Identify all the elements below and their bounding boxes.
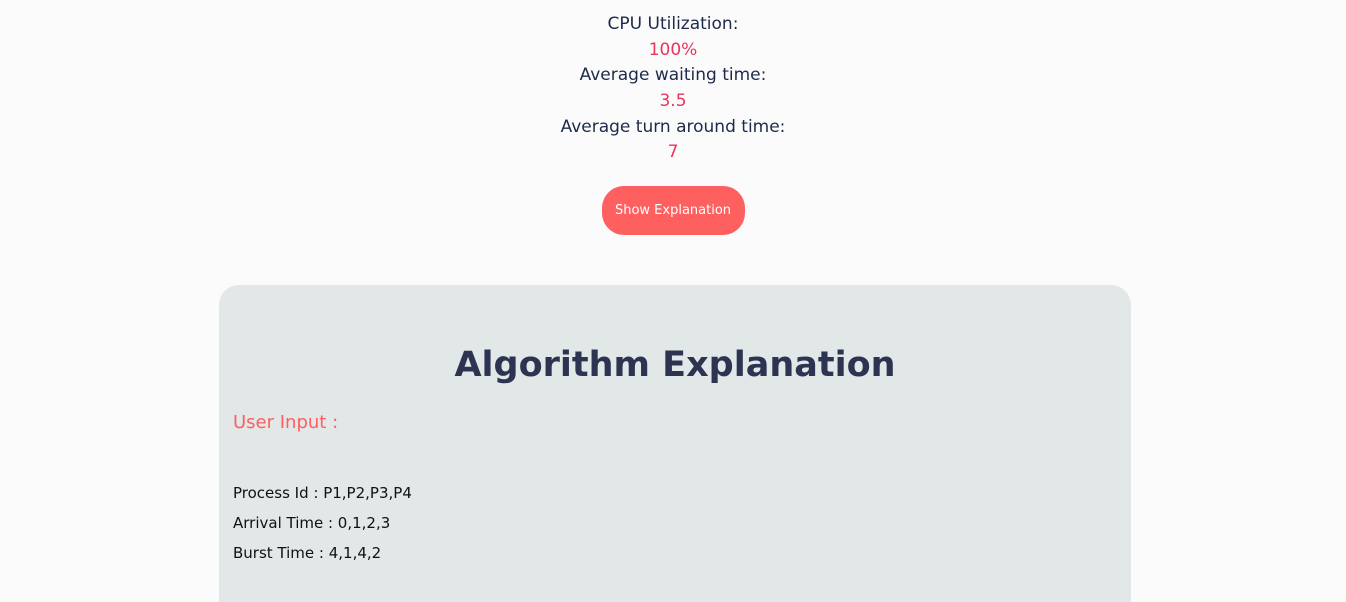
- user-input-heading: User Input :: [233, 412, 339, 433]
- arrival-time-line: Arrival Time : 0,1,2,3: [233, 514, 391, 532]
- results-summary: CPU Utilization: 100% Average waiting ti…: [0, 12, 1346, 166]
- burst-time-line: Burst Time : 4,1,4,2: [233, 544, 382, 562]
- cpu-utilization-label: CPU Utilization:: [607, 14, 739, 34]
- cpu-utilization-value: 100%: [648, 39, 698, 60]
- average-waiting-time-label: Average waiting time:: [579, 65, 767, 86]
- user-input-details: Process Id : P1,P2,P3,P4 Arrival Time : …: [233, 478, 412, 568]
- average-turnaround-time-label: Average turn around time:: [560, 116, 786, 137]
- explanation-panel: Algorithm Explanation User Input : Proce…: [219, 285, 1131, 602]
- page: CPU Utilization: 100% Average waiting ti…: [0, 0, 1346, 602]
- explanation-title: Algorithm Explanation: [454, 345, 896, 385]
- button-container: Show Explanation: [0, 186, 1346, 235]
- show-explanation-button[interactable]: Show Explanation: [601, 186, 745, 235]
- average-turnaround-time-value: 7: [667, 142, 679, 163]
- process-id-line: Process Id : P1,P2,P3,P4: [233, 484, 412, 502]
- average-waiting-time-value: 3.5: [659, 91, 687, 112]
